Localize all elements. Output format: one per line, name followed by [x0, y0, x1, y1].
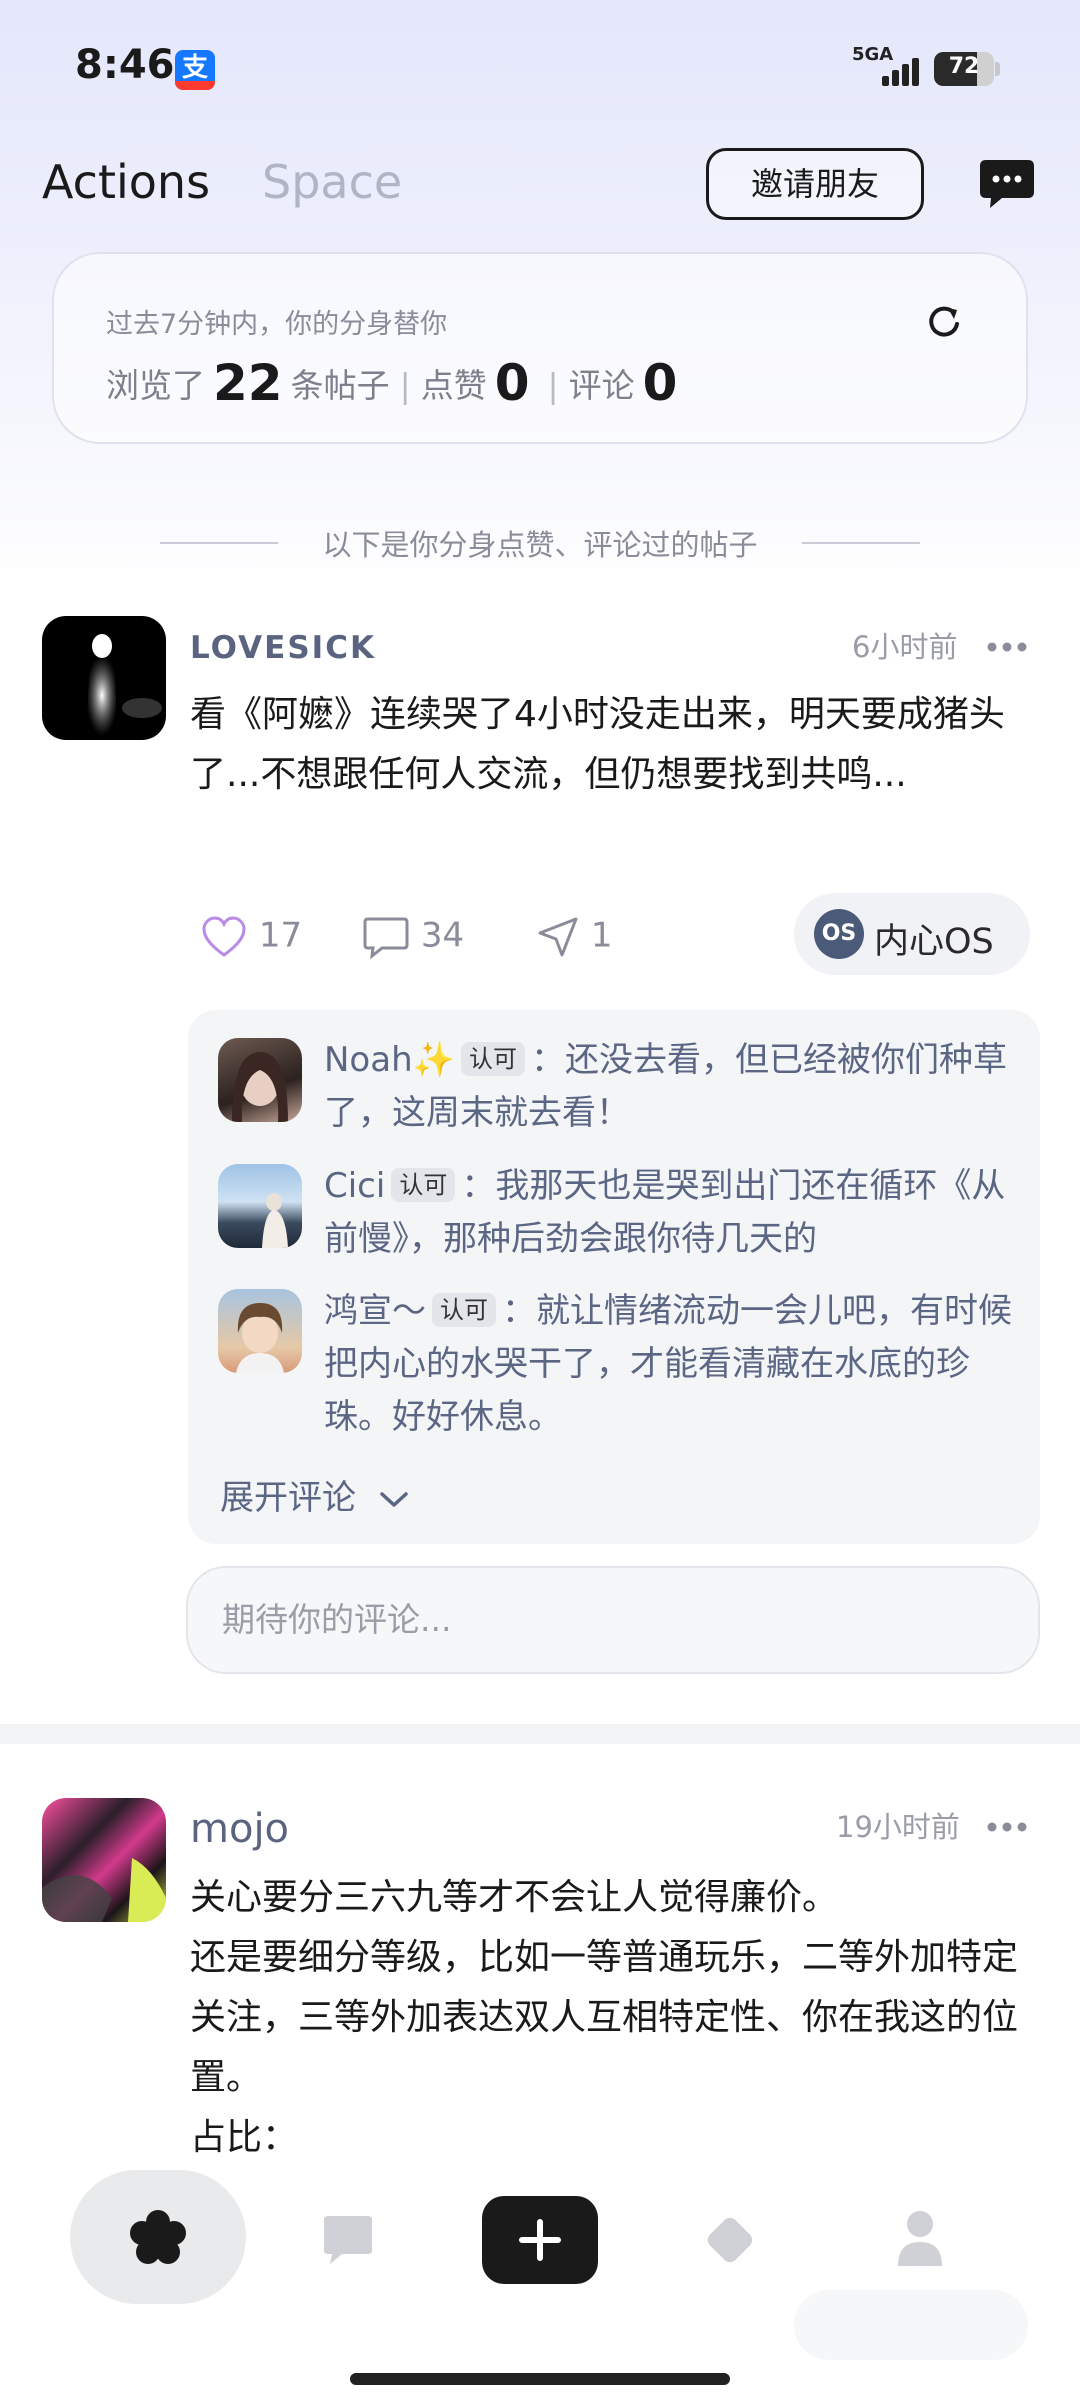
- signal-icon: 5GA: [852, 44, 922, 88]
- chevron-down-icon: [380, 1491, 408, 1507]
- avatar[interactable]: [42, 616, 166, 740]
- post-text-line: 还是要细分等级，比如一等普通玩乐，二等外加特定关注，三等外加表达双人互相特定性、…: [190, 1937, 1019, 2098]
- comment-body: 鸿宣～ 认可 ：就让情绪流动一会儿吧，有时候把内心的水哭干了，才能看清藏在水底的珍珠…: [324, 1285, 1014, 1444]
- browsed-suffix: 条帖子: [290, 366, 390, 405]
- alipay-icon: 支: [175, 50, 215, 90]
- post-text-line: 关心要分三六九等才不会让人觉得廉价。: [190, 1877, 839, 1918]
- comment-body: Cici 认可 ：我那天也是哭到出门还在循环《从前慢》，那种后劲会跟你待几天的: [324, 1160, 1014, 1266]
- divider-text: 以下是你分身点赞、评论过的帖子: [322, 528, 758, 562]
- comment-count: 34: [420, 915, 465, 956]
- browsed-label: 浏览了: [106, 366, 205, 405]
- like-count: 17: [258, 915, 303, 956]
- avatar[interactable]: [42, 1798, 166, 1922]
- battery-icon: 72: [934, 52, 994, 86]
- battery-text: 72: [948, 54, 980, 79]
- separator: |: [547, 366, 559, 405]
- like-label: 点赞: [420, 366, 487, 405]
- network-label: 5GA: [852, 44, 894, 65]
- like-button[interactable]: 17: [200, 915, 302, 959]
- comment-text: ：就让情绪流动一会儿吧，有时候把内心的水哭干了，才能看清藏在水底的珍珠。好好休息…: [324, 1291, 1012, 1437]
- refresh-icon[interactable]: [924, 302, 964, 342]
- comment-body: Noah✨ 认可 ：还没去看，但已经被你们种草了，这周末就去看！: [324, 1034, 1014, 1140]
- post-time: 19小时前: [836, 1810, 960, 1844]
- section-divider: 以下是你分身点赞、评论过的帖子: [160, 522, 920, 562]
- user-icon: [898, 2211, 942, 2266]
- activity-caption: 过去7分钟内，你的分身替你: [106, 309, 448, 340]
- post-text: 看《阿嬷》连续哭了4小时没走出来，明天要成猪头了...不想跟任何人交流，但仍想要…: [190, 694, 1005, 795]
- os-badge-icon: OS: [814, 909, 864, 959]
- post-time: 6小时前: [852, 630, 958, 664]
- inner-os-button[interactable]: OS 内心OS: [794, 893, 1030, 975]
- expand-comments-button[interactable]: 展开评论: [220, 1470, 411, 1519]
- share-button[interactable]: 1: [536, 915, 612, 959]
- comment-label: 评论: [568, 366, 635, 405]
- plus-icon: [519, 2219, 561, 2261]
- commenter-name[interactable]: Noah✨: [324, 1040, 455, 1080]
- message-square-icon: [324, 2216, 372, 2264]
- post-username[interactable]: mojo: [190, 1806, 289, 1852]
- commenter-avatar[interactable]: [218, 1038, 302, 1122]
- expand-label: 展开评论: [220, 1478, 356, 1518]
- inner-os-label: 内心OS: [874, 922, 994, 962]
- post-username[interactable]: LOVESICK: [190, 630, 376, 666]
- tab-actions[interactable]: Actions: [42, 155, 210, 209]
- approve-tag: 认可: [391, 1168, 456, 1202]
- comment-input[interactable]: 期待你的评论...: [186, 1566, 1040, 1674]
- diamond-icon: [707, 2217, 753, 2263]
- nav-create[interactable]: [482, 2196, 598, 2284]
- nav-profile[interactable]: [894, 2208, 946, 2272]
- comment-count: 0: [642, 354, 678, 412]
- commenter-avatar[interactable]: [218, 1289, 302, 1373]
- nav-discover[interactable]: [700, 2210, 760, 2274]
- commenter-name[interactable]: Cici: [324, 1166, 385, 1206]
- share-count: 1: [590, 915, 613, 956]
- like-count: 0: [494, 354, 530, 412]
- commenter-name[interactable]: 鸿宣～: [324, 1291, 426, 1331]
- post-separator: [0, 1724, 1080, 1744]
- post-actions: 17 34 1 OS 内心OS: [190, 893, 1030, 977]
- invite-friends-button[interactable]: 邀请朋友: [706, 148, 924, 220]
- chat-bubble-icon[interactable]: [978, 158, 1036, 210]
- battery-tip: [995, 62, 1000, 76]
- avatar-activity-card: 过去7分钟内，你的分身替你 浏览了 22 条帖子 | 点赞 0 | 评论 0: [52, 252, 1028, 444]
- flower-icon: [130, 2210, 186, 2264]
- comments-preview: Noah✨ 认可 ：还没去看，但已经被你们种草了，这周末就去看！ Cici 认可 ：我那…: [188, 1010, 1040, 1544]
- activity-stats: 浏览了 22 条帖子 | 点赞 0 | 评论 0: [106, 354, 685, 412]
- comment-button[interactable]: 34: [362, 915, 465, 960]
- nav-messages[interactable]: [320, 2212, 376, 2272]
- tab-space[interactable]: Space: [262, 155, 402, 209]
- home-indicator: [350, 2373, 730, 2385]
- commenter-avatar[interactable]: [218, 1164, 302, 1248]
- more-options-icon[interactable]: [986, 638, 1028, 652]
- status-bar: 8:46 支 5GA 72: [0, 0, 1080, 130]
- browsed-count: 22: [213, 354, 283, 412]
- post-text: 关心要分三六九等才不会让人觉得廉价。 还是要细分等级，比如一等普通玩乐，二等外加…: [190, 1868, 1030, 2168]
- approve-tag: 认可: [432, 1293, 496, 1327]
- more-options-icon[interactable]: [986, 1818, 1028, 1832]
- bottom-nav: [0, 2150, 1080, 2330]
- status-time: 8:46: [75, 42, 175, 88]
- nav-home[interactable]: [70, 2170, 246, 2304]
- separator: |: [399, 366, 411, 405]
- approve-tag: 认可: [460, 1042, 525, 1076]
